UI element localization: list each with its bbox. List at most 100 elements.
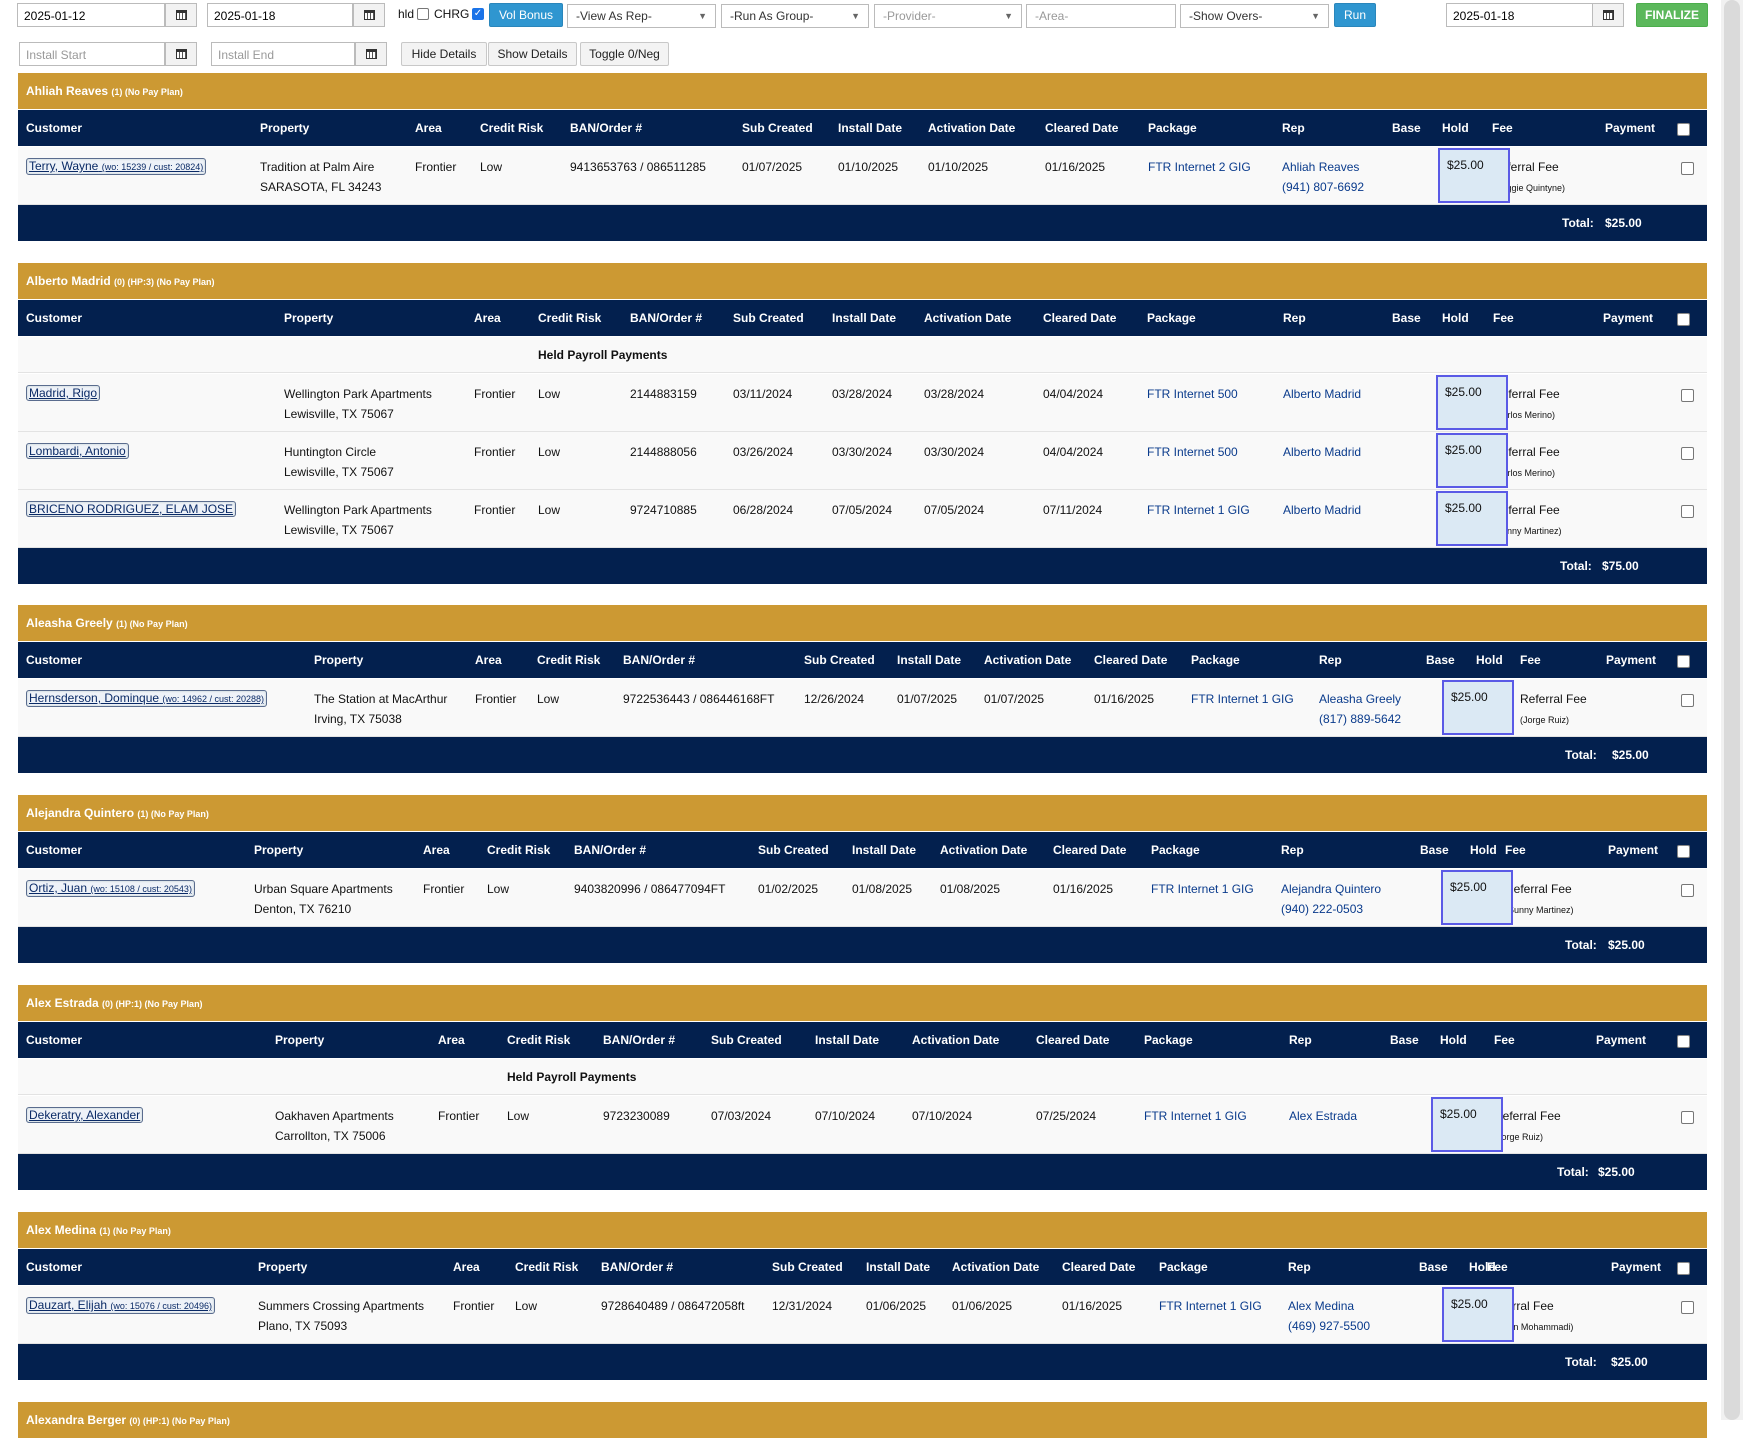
finalize-button[interactable]: FINALIZE	[1636, 3, 1708, 27]
select-all-checkbox[interactable]	[1677, 1262, 1690, 1275]
date-to-calendar-button[interactable]	[353, 3, 385, 27]
activation-date-cell: 01/06/2025	[952, 1299, 1013, 1313]
payment-input[interactable]: $25.00	[1441, 870, 1513, 925]
customer-link[interactable]: Dauzart, Elijah (wo: 15076 / cust: 20496…	[26, 1297, 215, 1314]
rep-phone: (941) 807-6692	[1282, 180, 1365, 194]
row-select-checkbox[interactable]	[1681, 162, 1694, 175]
package-link[interactable]: FTR Internet 1 GIG	[1159, 1296, 1262, 1316]
install-end-input[interactable]: Install End	[211, 42, 355, 66]
select-all-checkbox[interactable]	[1677, 123, 1690, 136]
column-header-customer: Customer	[26, 1033, 83, 1047]
customer-cell: Hernsderson, Dominque (wo: 14962 / cust:…	[26, 688, 267, 708]
install-end-calendar-button[interactable]	[355, 42, 387, 66]
column-header-hold: Hold	[1442, 311, 1469, 325]
customer-cell: Dauzart, Elijah (wo: 15076 / cust: 20496…	[26, 1295, 215, 1315]
rep-link[interactable]: Alex Medina	[1288, 1299, 1354, 1313]
area-cell: Frontier	[438, 1109, 480, 1123]
payment-input[interactable]: $25.00	[1442, 1287, 1514, 1342]
payment-input[interactable]: $25.00	[1436, 375, 1508, 430]
area-input[interactable]: -Area-	[1026, 4, 1176, 28]
package-link[interactable]: FTR Internet 2 GIG	[1148, 157, 1251, 177]
rep-link[interactable]: Alberto Madrid	[1283, 503, 1361, 517]
row-select-checkbox[interactable]	[1681, 1301, 1694, 1314]
install-date-cell: 01/06/2025	[866, 1299, 927, 1313]
package-link[interactable]: FTR Internet 1 GIG	[1144, 1106, 1247, 1126]
select-all-checkbox[interactable]	[1677, 845, 1690, 858]
chrg-checkbox[interactable]: ✓	[472, 8, 484, 20]
rep-link[interactable]: Aleasha Greely	[1319, 692, 1401, 706]
finalize-calendar-button[interactable]	[1592, 3, 1624, 27]
payment-input[interactable]: $25.00	[1431, 1097, 1503, 1152]
total-amount: $25.00	[1605, 216, 1642, 230]
activation-date-cell: 03/30/2024	[924, 445, 985, 459]
package-link[interactable]: FTR Internet 1 GIG	[1147, 500, 1250, 520]
package-link[interactable]: FTR Internet 1 GIG	[1151, 879, 1254, 899]
package-link[interactable]: FTR Internet 500	[1147, 442, 1238, 462]
row-select-checkbox[interactable]	[1681, 389, 1694, 402]
hide-details-button[interactable]: Hide Details	[401, 42, 487, 66]
column-header-credit-risk: Credit Risk	[538, 311, 602, 325]
payment-input[interactable]: $25.00	[1438, 148, 1510, 203]
view-as-rep-select[interactable]: -View As Rep- ▼	[567, 4, 716, 28]
customer-name: Madrid, Rigo	[29, 386, 98, 400]
customer-ids: (wo: 14962 / cust: 20288)	[162, 694, 264, 704]
customer-link[interactable]: Ortiz, Juan (wo: 15108 / cust: 20543)	[26, 880, 195, 897]
customer-link[interactable]: Hernsderson, Dominque (wo: 14962 / cust:…	[26, 690, 267, 707]
rep-link[interactable]: Alex Estrada	[1289, 1109, 1357, 1123]
column-header-package: Package	[1144, 1033, 1193, 1047]
property-name: The Station at MacArthur	[314, 692, 448, 706]
payment-input[interactable]: $25.00	[1436, 491, 1508, 546]
select-all-checkbox[interactable]	[1677, 655, 1690, 668]
finalize-date-input[interactable]: 2025-01-18	[1446, 3, 1608, 27]
row-select-checkbox[interactable]	[1681, 884, 1694, 897]
package-link[interactable]: FTR Internet 1 GIG	[1191, 689, 1294, 709]
run-button[interactable]: Run	[1334, 3, 1376, 27]
column-header-fee: Fee	[1493, 311, 1514, 325]
customer-link[interactable]: Terry, Wayne (wo: 15239 / cust: 20824)	[26, 158, 207, 175]
row-select-checkbox[interactable]	[1681, 447, 1694, 460]
customer-link[interactable]: BRICENO RODRIGUEZ, ELAM JOSE	[26, 501, 237, 517]
rep-cell: Alberto Madrid	[1283, 384, 1361, 404]
scrollbar-thumb[interactable]	[1724, 0, 1740, 1420]
sub-created-cell: 12/31/2024	[772, 1299, 833, 1313]
row-select-checkbox[interactable]	[1681, 694, 1694, 707]
column-header-activation-date: Activation Date	[984, 653, 1072, 667]
select-all-checkbox[interactable]	[1677, 313, 1690, 326]
row-select-checkbox[interactable]	[1681, 505, 1694, 518]
vol-bonus-button[interactable]: Vol Bonus	[489, 3, 563, 27]
scrollbar-track[interactable]	[1721, 0, 1743, 1420]
column-header-payment: Payment	[1606, 653, 1657, 667]
show-overs-select[interactable]: -Show Overs- ▼	[1180, 4, 1329, 28]
column-header-payment: Payment	[1605, 121, 1656, 135]
customer-link[interactable]: Madrid, Rigo	[26, 385, 101, 401]
rep-link[interactable]: Ahliah Reaves	[1282, 160, 1359, 174]
date-to-input[interactable]: 2025-01-18	[207, 3, 353, 27]
row-select-checkbox[interactable]	[1681, 1111, 1694, 1124]
payment-input[interactable]: $25.00	[1442, 680, 1514, 735]
date-from-calendar-button[interactable]	[165, 3, 197, 27]
select-all-checkbox[interactable]	[1677, 1035, 1690, 1048]
column-header-ban: BAN/Order #	[623, 653, 696, 667]
column-header-property: Property	[275, 1033, 325, 1047]
show-details-button[interactable]: Show Details	[488, 42, 577, 66]
toggle-neg-button[interactable]: Toggle 0/Neg	[580, 42, 669, 66]
customer-link[interactable]: Dekeratry, Alexander	[26, 1107, 144, 1123]
ban-cell: 9728640489 / 086472058ft	[601, 1299, 745, 1313]
provider-select[interactable]: -Provider- ▼	[874, 4, 1022, 28]
cleared-date-cell: 01/16/2025	[1053, 882, 1114, 896]
column-header-ban: BAN/Order #	[603, 1033, 676, 1047]
rep-link[interactable]: Alejandra Quintero	[1281, 882, 1381, 896]
install-start-input[interactable]: Install Start	[19, 42, 165, 66]
hld-checkbox[interactable]	[417, 8, 429, 20]
run-as-group-select[interactable]: -Run As Group- ▼	[721, 4, 869, 28]
date-from-input[interactable]: 2025-01-12	[17, 3, 165, 27]
package-link[interactable]: FTR Internet 500	[1147, 384, 1238, 404]
group-total-row: Total: $75.00	[18, 548, 1707, 584]
run-as-group-value: -Run As Group-	[730, 9, 814, 23]
customer-link[interactable]: Lombardi, Antonio	[26, 443, 129, 459]
rep-link[interactable]: Alberto Madrid	[1283, 387, 1361, 401]
rep-link[interactable]: Alberto Madrid	[1283, 445, 1361, 459]
total-amount: $25.00	[1611, 1355, 1648, 1369]
payment-input[interactable]: $25.00	[1436, 433, 1508, 488]
install-start-calendar-button[interactable]	[165, 42, 197, 66]
